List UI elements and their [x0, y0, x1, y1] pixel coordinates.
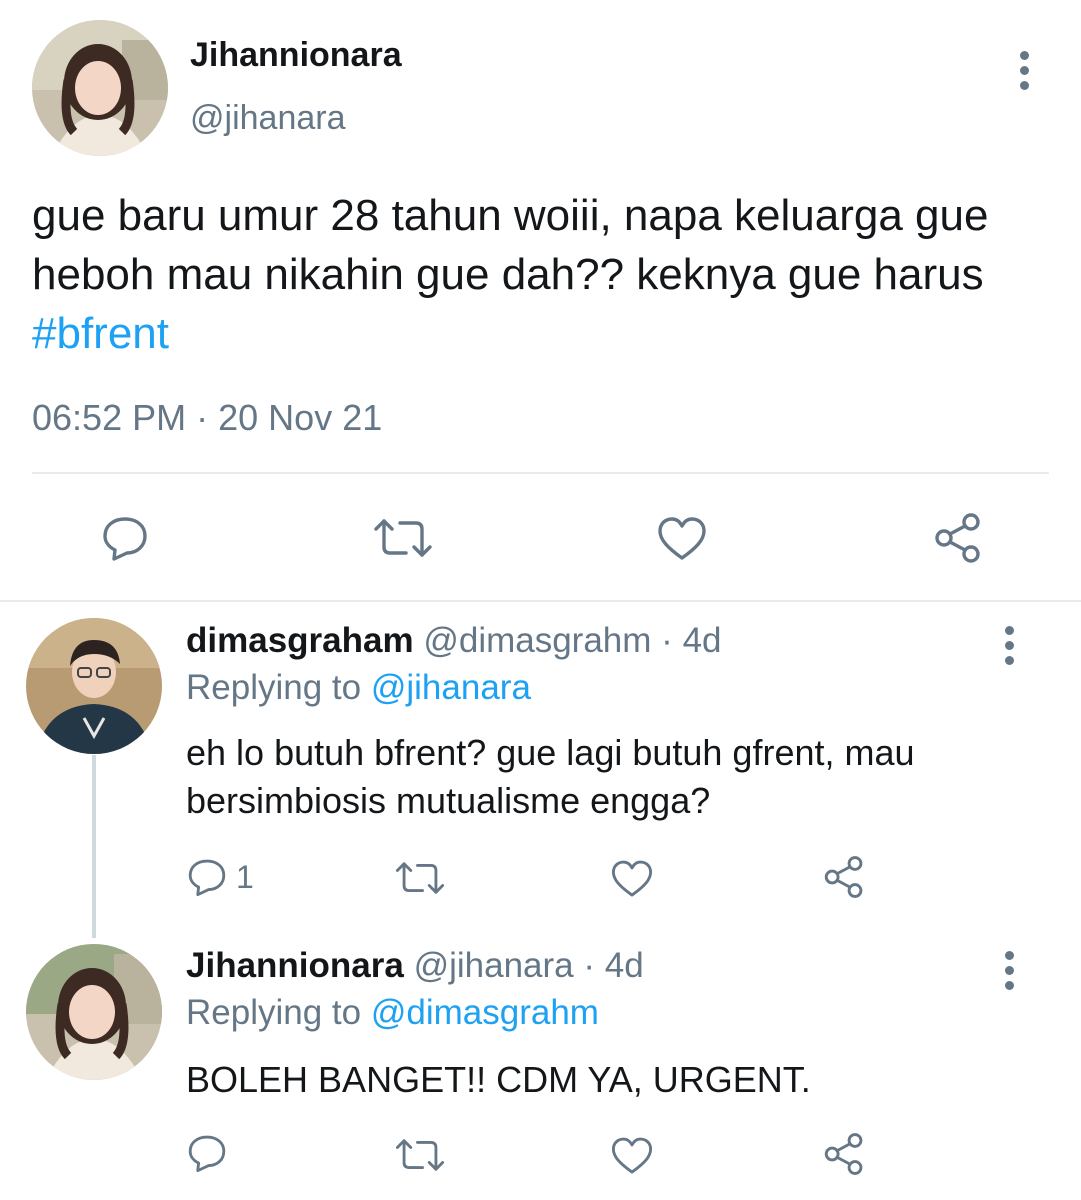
reply-reply-button[interactable] — [186, 1132, 228, 1174]
reply-retweet-button[interactable] — [394, 857, 446, 899]
heart-icon — [658, 517, 706, 560]
replying-to-prefix: Replying to — [186, 993, 362, 1032]
reply-like-button[interactable] — [610, 1136, 654, 1176]
reply-header-separator: · — [583, 946, 596, 985]
hashtag-link[interactable]: #bfrent — [32, 309, 169, 358]
tweet-text: gue baru umur 28 tahun woiii, napa kelua… — [32, 186, 1052, 363]
reply-share-button[interactable] — [822, 1132, 866, 1176]
replying-to: Replying to @dimasgrahm — [186, 993, 599, 1033]
author-avatar[interactable] — [32, 20, 168, 156]
share-icon — [824, 856, 863, 898]
reply-icon — [103, 517, 147, 561]
share-button[interactable] — [932, 512, 984, 564]
reply-more-options-icon[interactable] — [1005, 951, 1014, 996]
like-button[interactable] — [656, 516, 708, 562]
tweet-date: 20 Nov 21 — [218, 397, 383, 438]
reply-share-button[interactable] — [822, 855, 866, 899]
replying-to-link[interactable]: @dimasgrahm — [371, 993, 599, 1032]
reply-count: 1 — [236, 858, 254, 895]
reply-avatar[interactable] — [26, 618, 162, 754]
reply-display-name[interactable]: Jihannionara — [186, 946, 404, 985]
timestamp-separator: · — [196, 397, 209, 438]
retweet-icon — [395, 862, 445, 894]
heart-icon — [611, 1137, 653, 1174]
reply-age[interactable]: 4d — [605, 946, 644, 985]
reply-more-options-icon[interactable] — [1005, 626, 1014, 671]
reply-like-button[interactable] — [610, 859, 654, 899]
reply-handle[interactable]: @dimasgrahm — [423, 621, 651, 660]
tweet-time: 06:52 PM — [32, 397, 187, 438]
retweet-button[interactable] — [372, 513, 434, 563]
retweet-icon — [395, 1139, 445, 1171]
reply-handle[interactable]: @jihanara — [414, 946, 574, 985]
reply-display-name[interactable]: dimasgraham — [186, 621, 414, 660]
reply-icon — [188, 1135, 226, 1173]
author-handle[interactable]: @jihanara — [190, 98, 346, 138]
reply-header: Jihannionara @jihanara · 4d — [186, 946, 644, 986]
reply-age[interactable]: 4d — [683, 621, 722, 660]
reply-retweet-button[interactable] — [394, 1134, 446, 1176]
reply-reply-button[interactable]: 1 — [186, 855, 254, 899]
share-icon — [824, 1133, 863, 1175]
tweet-timestamp[interactable]: 06:52 PM · 20 Nov 21 — [32, 397, 382, 439]
reply-header: dimasgraham @dimasgrahm · 4d — [186, 621, 722, 661]
more-options-icon[interactable] — [1020, 51, 1029, 96]
heart-icon — [611, 860, 653, 897]
share-icon — [935, 513, 980, 563]
replying-to-link[interactable]: @jihanara — [371, 668, 531, 707]
thread-connector — [92, 755, 96, 938]
reply-icon — [188, 859, 226, 897]
reply-button[interactable] — [100, 513, 150, 563]
reply-text: eh lo butuh bfrent? gue lagi butuh gfren… — [186, 732, 915, 821]
timestamp-divider — [32, 472, 1049, 474]
reply-header-separator: · — [661, 621, 673, 660]
replying-to-prefix: Replying to — [186, 668, 362, 707]
author-display-name[interactable]: Jihannionara — [190, 35, 402, 75]
reply-avatar[interactable] — [26, 944, 162, 1080]
tweet-text-body: gue baru umur 28 tahun woiii, napa kelua… — [32, 191, 989, 299]
main-tweet-divider — [0, 600, 1081, 602]
reply-text: BOLEH BANGET!! CDM YA, URGENT. — [186, 1059, 811, 1100]
retweet-icon — [374, 519, 432, 557]
replying-to: Replying to @jihanara — [186, 668, 531, 708]
